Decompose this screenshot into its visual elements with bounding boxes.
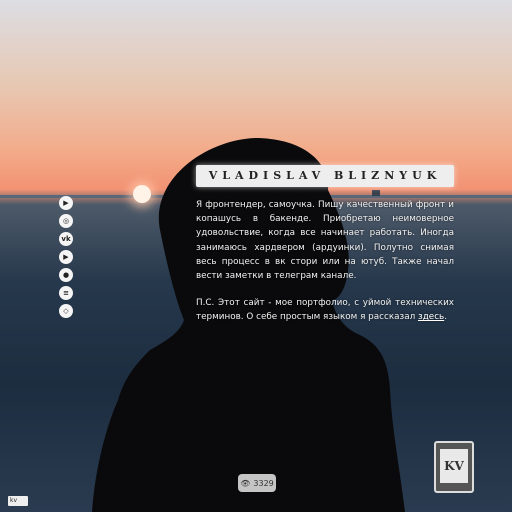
page-title: VLADISLAV BLIZNYUK: [196, 165, 454, 187]
view-count: 3329: [253, 478, 274, 488]
bio-paragraph-1: Я фронтендер, самоучка. Пишу качественны…: [196, 200, 454, 282]
bio-text: Я фронтендер, самоучка. Пишу качественны…: [196, 198, 454, 338]
bio-link-here[interactable]: здесь: [418, 312, 444, 322]
bio-p2-suffix: .: [444, 312, 448, 323]
codepen-icon[interactable]: ◇: [59, 304, 73, 318]
youtube-icon[interactable]: ▶: [59, 250, 73, 264]
social-links: ▶ ◎ vk ▶ ● ≡ ◇: [59, 196, 75, 322]
stackoverflow-icon[interactable]: ≡: [59, 286, 73, 300]
github-icon[interactable]: ●: [59, 268, 73, 282]
bio-p2-prefix: П.С. Этот сайт - мое портфолио, с уймой …: [196, 298, 454, 323]
device-screen: KV: [440, 449, 468, 483]
vk-icon[interactable]: vk: [59, 232, 73, 246]
bio-paragraph-2: П.С. Этот сайт - мое портфолио, с уймой …: [196, 296, 454, 324]
view-counter: 👁 3329: [238, 474, 276, 492]
corner-badge[interactable]: kv: [8, 496, 28, 506]
ebook-reader-widget[interactable]: KV: [434, 441, 474, 493]
instagram-icon[interactable]: ◎: [59, 214, 73, 228]
play-icon[interactable]: ▶: [59, 196, 73, 210]
eye-icon: 👁: [240, 478, 251, 488]
